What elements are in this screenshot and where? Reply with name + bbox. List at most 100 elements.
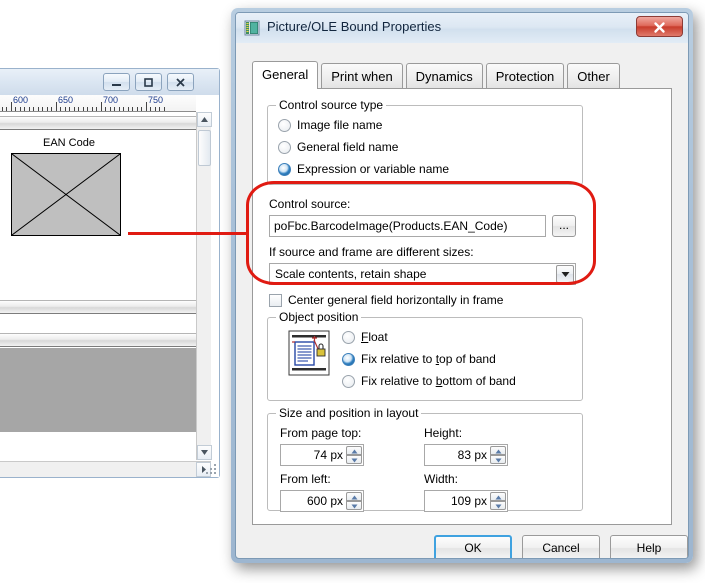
chevron-down-icon[interactable] [556,265,574,283]
stepper-up-icon[interactable] [490,492,506,501]
radio-label: Image file name [297,118,383,132]
radio-image-file-name[interactable]: Image file name [278,118,382,132]
radio-label: General field name [297,140,399,154]
control-source-browse-button[interactable]: ... [552,215,576,237]
control-source-label: Control source: [269,197,351,211]
vertical-scroll-thumb[interactable] [198,130,211,166]
radio-label: Expression or variable name [297,162,450,176]
size-mode-label: If source and frame are different sizes: [269,245,474,259]
ruler-label-750: 750 [148,95,164,105]
checkbox-icon[interactable] [269,293,282,307]
cancel-button[interactable]: Cancel [522,535,600,558]
object-position-group: Object position Float Fix relative to to… [267,310,583,401]
scroll-up-arrow[interactable] [197,112,212,127]
radio-fix-top-of-band[interactable]: Fix relative to top of band [342,352,496,366]
stepper-up-icon[interactable] [346,492,362,501]
vertical-scrollbar[interactable] [196,112,212,460]
tab-strip: General Print when Dynamics Protection O… [252,61,672,115]
horizontal-ruler: 600 650 700 750 [0,95,196,112]
tab-general[interactable]: General [252,61,319,89]
annotation-connector-line [128,232,248,235]
report-canvas[interactable]: EAN Code [0,112,196,460]
help-button[interactable]: Help [610,535,688,558]
tab-panel-general: Control source type Image file name Gene… [252,88,672,525]
width-stepper[interactable]: 109 px [424,490,508,512]
picture-ole-bound-properties-dialog: Picture/OLE Bound Properties General Pri… [231,8,693,563]
radio-general-field-name[interactable]: General field name [278,140,398,154]
size-mode-value: Scale contents, retain shape [275,267,427,281]
radio-label-float: Float [361,330,388,344]
band-separator-top[interactable] [0,116,196,130]
stepper-down-icon[interactable] [346,455,362,464]
resize-grip[interactable] [204,462,218,476]
stepper-down-icon[interactable] [346,501,362,510]
band-blank1[interactable] [0,315,196,333]
band-outside-page [0,348,196,432]
dialog-close-button[interactable] [636,16,683,37]
size-mode-combobox[interactable]: Scale contents, retain shape [269,263,576,285]
control-source-type-group: Control source type Image file name Gene… [267,98,583,185]
radio-button-icon[interactable] [278,118,291,132]
stepper-buttons[interactable] [346,492,362,510]
control-source-input[interactable]: poFbc.BarcodeImage(Products.EAN_Code) [269,215,546,237]
from-page-top-stepper[interactable]: 74 px [280,444,364,466]
center-general-field-checkbox[interactable]: Center general field horizontally in fra… [269,293,503,307]
stepper-buttons[interactable] [490,492,506,510]
radio-label-fix-top: Fix relative to top of band [361,352,496,366]
object-position-icon [288,330,330,381]
stepper-up-icon[interactable] [490,446,506,455]
ean-code-label: EAN Code [43,137,95,149]
stepper-buttons[interactable] [346,446,362,464]
stepper-up-icon[interactable] [346,446,362,455]
center-general-field-label: Center general field horizontally in fra… [288,293,504,307]
ean-code-placeholder[interactable] [11,153,121,236]
from-page-top-value: 74 px [313,448,343,462]
radio-button-selected-icon[interactable] [278,162,291,176]
from-left-label: From left: [280,472,331,486]
ok-button[interactable]: OK [434,535,512,558]
size-and-position-group: Size and position in layout From page to… [267,406,583,512]
picture-ole-icon [244,20,260,36]
tab-other[interactable]: Other [567,63,620,89]
screenshot-root: 600 650 700 750 EAN Code Picture/OLE Bou… [0,0,705,583]
height-label: Height: [424,426,463,440]
tab-dynamics[interactable]: Dynamics [405,63,483,89]
height-value: 83 px [457,448,487,462]
minimize-button[interactable] [103,73,130,91]
report-designer-window[interactable]: 600 650 700 750 EAN Code [0,68,220,478]
height-stepper[interactable]: 83 px [424,444,508,466]
ruler-label-600: 600 [13,95,29,105]
stepper-down-icon[interactable] [490,501,506,510]
band-separator-mid2[interactable] [0,333,196,347]
tab-protection[interactable]: Protection [485,63,565,89]
radio-button-selected-icon[interactable] [342,352,355,366]
object-position-legend: Object position [276,310,362,324]
from-page-top-label: From page top: [280,426,362,440]
size-and-position-legend: Size and position in layout [276,406,422,420]
radio-label-fix-bottom: Fix relative to bottom of band [361,374,516,388]
scroll-down-arrow[interactable] [197,445,212,460]
stepper-buttons[interactable] [490,446,506,464]
restore-button[interactable] [135,73,162,91]
control-source-type-legend: Control source type [276,98,387,112]
from-left-stepper[interactable]: 600 px [280,490,364,512]
dialog-titlebar[interactable]: Picture/OLE Bound Properties [236,13,688,43]
radio-expression-or-variable-name[interactable]: Expression or variable name [278,162,449,176]
close-button[interactable] [167,73,194,91]
radio-button-icon[interactable] [342,330,355,344]
stepper-down-icon[interactable] [490,455,506,464]
radio-button-icon[interactable] [278,140,291,154]
horizontal-scrollbar[interactable] [0,461,211,477]
band-separator-mid1[interactable] [0,300,196,314]
width-value: 109 px [450,494,487,508]
ruler-label-700: 700 [103,95,119,105]
from-left-value: 600 px [306,494,343,508]
designer-client-area: 600 650 700 750 EAN Code [0,95,219,477]
radio-float[interactable]: Float [342,330,388,344]
width-label: Width: [424,472,459,486]
radio-button-icon[interactable] [342,374,355,388]
ruler-label-650: 650 [58,95,74,105]
tab-print-when[interactable]: Print when [321,63,403,89]
radio-fix-bottom-of-band[interactable]: Fix relative to bottom of band [342,374,516,388]
designer-titlebar [0,69,219,95]
